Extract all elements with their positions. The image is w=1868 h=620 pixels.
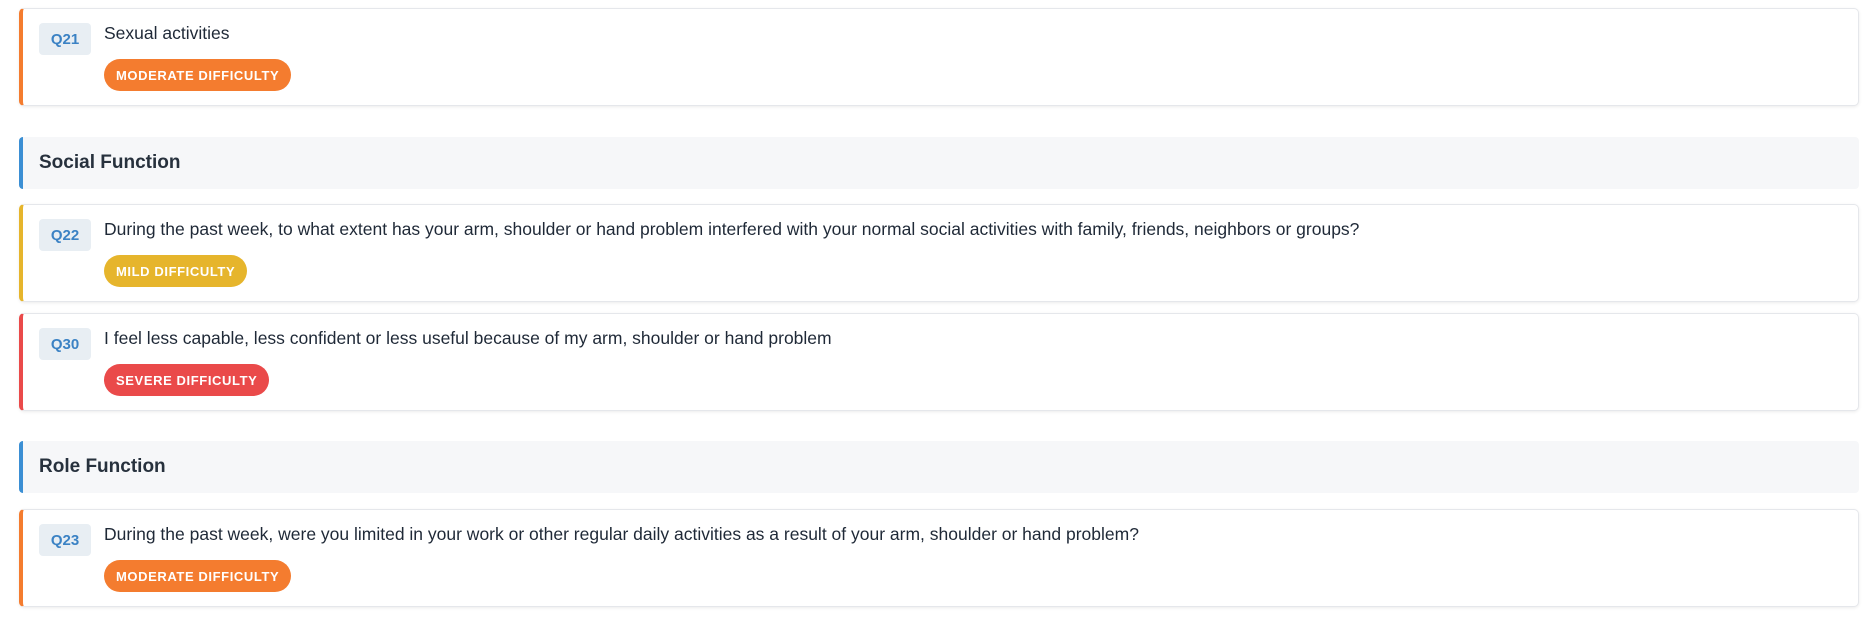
difficulty-badge: SEVERE DIFFICULTY [104,364,270,396]
question-text: I feel less capable, less confident or l… [104,328,832,348]
question-card-q23: Q23 During the past week, were you limit… [19,509,1859,607]
question-number-badge: Q30 [39,328,91,360]
question-card-q30: Q30 I feel less capable, less confident … [19,313,1859,411]
question-number-badge: Q22 [39,219,91,251]
section-header-social-function: Social Function [19,137,1859,189]
section-title: Social Function [39,152,181,173]
question-card-q21: Q21 Sexual activities MODERATE DIFFICULT… [19,8,1859,106]
section-title: Role Function [39,456,166,477]
question-number-badge: Q23 [39,524,91,556]
difficulty-badge: MODERATE DIFFICULTY [104,59,292,91]
question-card-q22: Q22 During the past week, to what extent… [19,204,1859,302]
difficulty-badge: MILD DIFFICULTY [104,255,248,287]
section-header-role-function: Role Function [19,441,1859,493]
questionnaire-results: Q21 Sexual activities MODERATE DIFFICULT… [0,0,1868,620]
question-text: During the past week, to what extent has… [104,219,1360,239]
question-text: During the past week, were you limited i… [104,524,1139,544]
difficulty-badge: MODERATE DIFFICULTY [104,560,292,592]
question-text: Sexual activities [104,23,230,43]
question-number-badge: Q21 [39,23,91,55]
